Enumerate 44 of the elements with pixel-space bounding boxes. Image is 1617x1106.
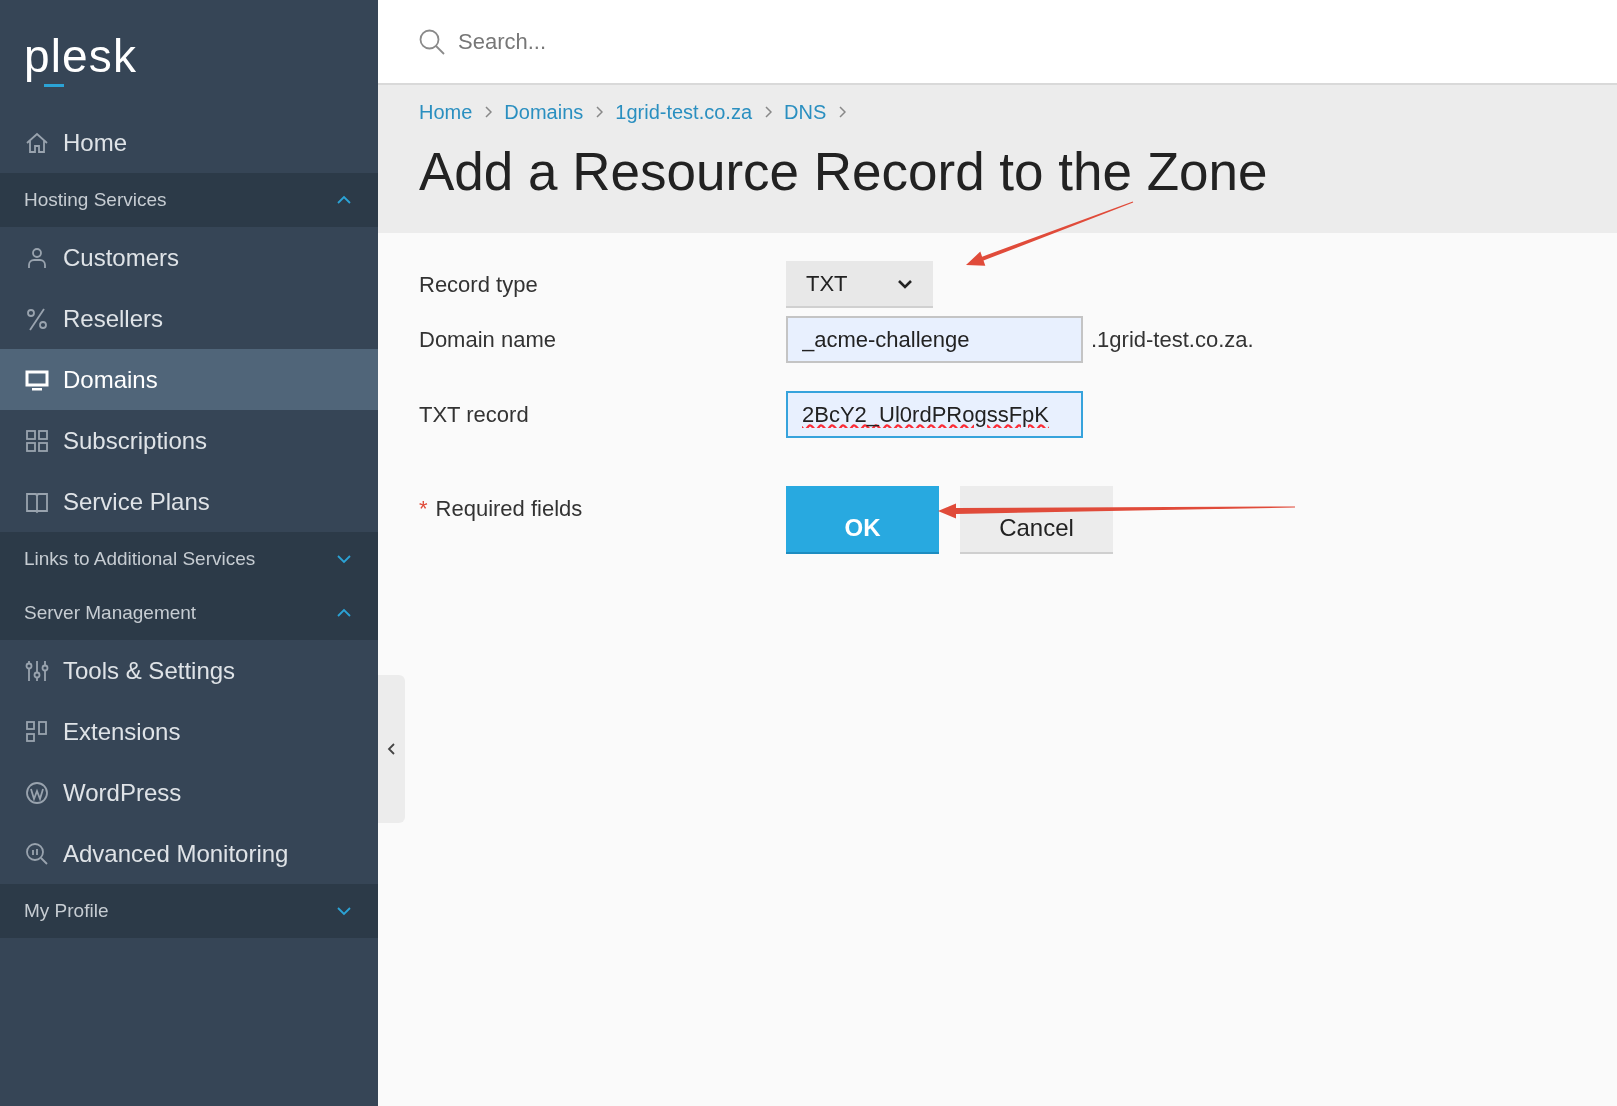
search-field[interactable]: Search... — [458, 25, 1018, 58]
record-type-select[interactable]: TXT — [786, 261, 933, 308]
chevron-right-icon — [595, 105, 604, 119]
chevron-up-icon — [336, 195, 352, 205]
section-header[interactable]: Server Management — [0, 586, 378, 640]
text-input[interactable]: _acme-challenge — [786, 316, 1083, 363]
chevron-down-icon — [336, 554, 352, 564]
sidebar-item[interactable]: Extensions — [0, 701, 378, 762]
section-header[interactable]: Hosting Services — [0, 173, 378, 227]
sidebar-item[interactable]: Home — [0, 112, 378, 173]
text-input[interactable]: 2BcY2_Ul0rdPRogssFpK — [786, 391, 1083, 438]
logo-underline — [44, 84, 64, 87]
sidebar-item[interactable]: Advanced Monitoring — [0, 823, 378, 884]
chevron-left-icon — [386, 741, 397, 757]
chevron-right-icon — [484, 105, 493, 119]
field-label: Record type — [419, 271, 539, 299]
blocks-icon — [24, 718, 50, 745]
sidebar-item[interactable]: Domains — [0, 349, 378, 410]
chevron-down-icon — [336, 906, 352, 916]
chevron-right-icon — [838, 105, 847, 119]
field-label: TXT record — [419, 401, 530, 429]
circle-logo-icon — [24, 779, 50, 806]
magnifier-icon — [24, 840, 50, 867]
sidebar-item[interactable]: Service Plans — [0, 471, 378, 532]
sidebar-item[interactable]: WordPress — [0, 762, 378, 823]
section-header[interactable]: Links to Additional Services — [0, 532, 378, 586]
search-icon — [418, 27, 446, 56]
grid-icon — [24, 427, 50, 454]
chevron-down-icon — [897, 278, 913, 289]
page-title: Add a Resource Record to the Zone — [419, 141, 1269, 203]
sidebar-item[interactable]: Resellers — [0, 288, 378, 349]
logo: plesk — [24, 30, 138, 82]
collapse-handle[interactable] — [378, 675, 405, 823]
sidebar-item[interactable]: Tools & Settings — [0, 640, 378, 701]
sidebar-item[interactable]: Customers — [0, 227, 378, 288]
sidebar-item[interactable]: Subscriptions — [0, 410, 378, 471]
chevron-right-icon — [764, 105, 772, 119]
section-header[interactable]: My Profile — [0, 884, 378, 938]
chevron-up-icon — [336, 608, 352, 618]
required-note: Required fields — [435, 495, 583, 523]
required-asterisk: * — [419, 495, 428, 523]
domain-suffix: .1grid-test.co.za. — [1091, 326, 1254, 354]
field-label: Domain name — [419, 326, 557, 354]
cancel-button[interactable]: Cancel — [960, 486, 1113, 554]
